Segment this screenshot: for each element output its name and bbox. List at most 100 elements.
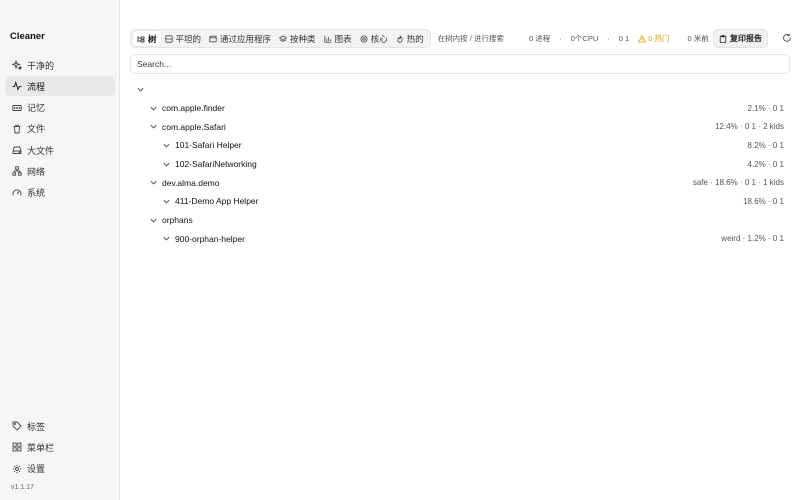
sidebar-item-label: 系统 [27,188,46,199]
copy-report-button[interactable]: 复印报告 [713,29,768,48]
drive-icon [12,146,22,155]
sidebar-item-label: 标签 [27,421,46,432]
sidebar: Cleaner 干净的 流程 记忆 文件 大文件 网络 系统 标签 菜单栏 设置… [0,0,120,500]
sidebar-item-menubar[interactable]: 菜单栏 [5,437,115,457]
activity-icon [12,81,22,92]
chevron-down-icon[interactable] [162,197,171,206]
toolbar: 树 平坦的 通过应用程序 按种类 图表 核心 热的 在树内按 / 进行搜索 0 … [130,29,792,48]
app-title: Cleaner [10,31,45,42]
sidebar-item-settings[interactable]: 设置 [5,459,115,479]
tab-tree[interactable]: 树 [133,31,161,46]
sidebar-item-label: 菜单栏 [27,442,55,453]
process-name: 411-Demo App Helper [175,196,259,207]
tree-row[interactable]: dev.alma.demo safe · 18.6% · 0 1 · 1 kids [130,173,790,192]
sidebar-item-label: 流程 [27,81,46,92]
tree-row[interactable]: orphans [130,211,790,230]
tab-by-app[interactable]: 通过应用程序 [205,31,275,46]
sidebar-item-processes[interactable]: 流程 [5,76,115,97]
list-icon [164,34,173,43]
process-name: com.apple.Safari [162,121,226,132]
trash-icon [13,124,21,134]
chevron-down-icon[interactable] [136,85,145,94]
tab-label: 平坦的 [175,33,202,44]
process-meta: 8.2% · 0 1 [747,140,784,150]
separator-dot: · [559,34,562,43]
process-tree: com.apple.finder 2.1% · 0 1 com.apple.Safa… [130,80,790,248]
flame-icon [396,35,403,43]
chart-icon [323,35,331,43]
tree-row[interactable]: 101-Safari Helper 8.2% · 0 1 [130,136,790,155]
sidebar-item-system[interactable]: 系统 [5,183,115,203]
sidebar-item-large-files[interactable]: 大文件 [5,140,115,160]
tab-cores[interactable]: 核心 [356,31,392,46]
main-panel: 树 平坦的 通过应用程序 按种类 图表 核心 热的 在树内按 / 进行搜索 0 … [121,0,800,500]
chevron-down-icon[interactable] [149,104,158,113]
chevron-down-icon[interactable] [149,122,158,131]
tree-row[interactable]: 900-orphan-helper weird · 1.2% · 0 1 [130,230,790,249]
sidebar-item-memory[interactable]: 记忆 [5,98,115,118]
network-icon [12,166,22,177]
last-update: 0 米前 [687,34,709,43]
process-meta: 18.6% · 0 1 [743,196,784,206]
tree-row[interactable]: 411-Demo App Helper 18.6% · 0 1 [130,192,790,211]
process-name: com.apple.finder [162,103,225,114]
sidebar-item-network[interactable]: 网络 [5,161,115,181]
tab-by-kind[interactable]: 按种类 [275,31,320,46]
process-count: 0 进程 [529,34,551,43]
tab-label: 核心 [370,33,388,44]
tree-row[interactable]: 102-SafariNetworking 4.2% · 0 1 [130,155,790,174]
sidebar-item-label: 干净的 [27,60,55,71]
sidebar-item-files[interactable]: 文件 [5,119,115,139]
status-stats: 0 进程 · 0个CPU · 0 1 0 热门 0 米前 [529,29,735,48]
chevron-down-icon[interactable] [162,234,171,243]
process-meta: weird · 1.2% · 0 1 [721,234,784,244]
load-value: 0 1 [618,34,630,43]
cpu-count: 0个CPU [570,34,599,43]
chevron-down-icon[interactable] [162,141,171,150]
sidebar-nav: 干净的 流程 记忆 文件 大文件 网络 系统 [5,55,115,204]
chevron-down-icon[interactable] [162,160,171,169]
warning-icon [638,34,647,42]
chevron-down-icon[interactable] [149,178,158,187]
sidebar-item-clean[interactable]: 干净的 [5,55,115,75]
tab-flat[interactable]: 平坦的 [161,31,206,46]
tree-row[interactable]: com.apple.Safari 12.4% · 0 1 · 2 kids [130,117,790,136]
clipboard-icon [719,34,727,43]
process-name: 102-SafariNetworking [175,159,257,170]
tab-label: 树 [148,33,157,44]
process-meta: 4.2% · 0 1 [747,159,784,169]
separator-dot: · [607,34,610,43]
sidebar-item-label: 设置 [27,464,46,475]
tab-label: 图表 [334,33,352,44]
hot-count-badge: 0 热门 [638,33,678,44]
search-hint: 在树内按 / 进行搜索 [437,34,504,43]
tag-icon [12,421,22,431]
refresh-icon[interactable] [782,33,792,43]
tab-label: 按种类 [290,33,316,44]
cpu-icon [360,35,368,42]
tree-row[interactable] [130,80,790,99]
window-icon [209,35,217,42]
tree-row[interactable]: com.apple.finder 2.1% · 0 1 [130,99,790,118]
process-meta: 12.4% · 0 1 · 2 kids [715,122,784,132]
sparkles-icon [12,60,22,70]
process-name: orphans [162,215,193,226]
process-name: 900-orphan-helper [175,233,245,244]
grid-icon [12,442,22,452]
hot-count-label: 0 热门 [648,34,670,43]
tab-hot[interactable]: 热的 [392,31,428,46]
sidebar-item-tags[interactable]: 标签 [5,416,115,436]
tab-chart[interactable]: 图表 [320,31,356,46]
process-meta: 2.1% · 0 1 [747,103,784,113]
tab-label: 热的 [406,33,424,44]
process-name: 101-Safari Helper [175,140,242,151]
layers-icon [279,35,288,42]
app-version: v1.1.17 [11,484,34,491]
tree-icon [137,35,145,42]
chevron-down-icon[interactable] [149,216,158,225]
sidebar-item-label: 大文件 [27,145,55,156]
sidebar-item-label: 文件 [27,124,46,135]
search-input[interactable] [130,54,790,74]
process-name: dev.alma.demo [162,177,220,188]
process-meta: safe · 18.6% · 0 1 · 1 kids [692,178,784,188]
